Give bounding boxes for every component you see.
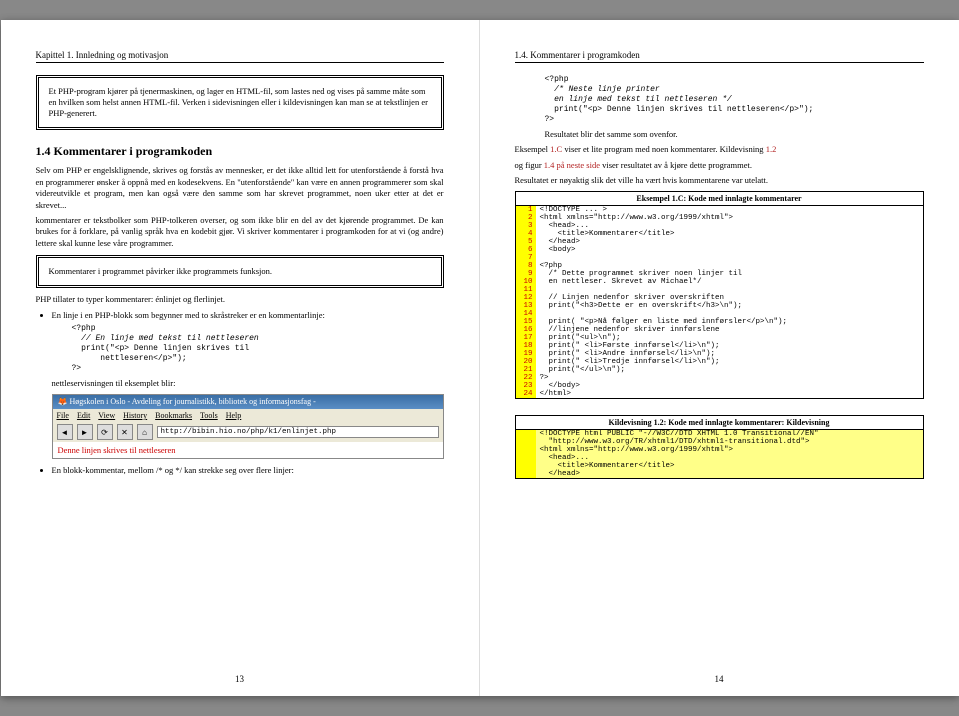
code-lines: <!DOCTYPE html PUBLIC "-//W3C//DTD XHTML… [516,430,923,478]
running-head-right: 1.4. Kommentarer i programkoden [515,50,924,63]
home-icon[interactable]: ⌂ [137,424,153,440]
back-icon[interactable]: ◄ [57,424,73,440]
list-item: En linje i en PHP-blokk som begynner med… [52,310,444,459]
browser-body: Denne linjen skrives til nettleseren [53,442,443,458]
page-spread: Kapittel 1. Innledning og motivasjon Et … [1,20,959,696]
paragraph: kommentarer er tekstbolker som PHP-tolke… [36,215,444,249]
paragraph: Resultatet er nøyaktig slik det ville ha… [515,175,924,186]
firefox-icon: 🦊 [58,397,68,407]
url-bar[interactable]: http://bibin.hio.no/php/k1/enlinjet.php [157,426,439,438]
paragraph: Eksempel 1.C viser et lite program med n… [515,144,924,155]
listing-caption: Eksempel 1.C: Kode med innlagte kommenta… [516,192,923,206]
running-head-left: Kapittel 1. Innledning og motivasjon [36,50,444,63]
listing-caption: Kildevisning 1.2: Kode med innlagte komm… [516,416,923,430]
browser-mock: 🦊 Høgskolen i Oslo - Avdeling for journa… [52,394,444,459]
stop-icon[interactable]: ✕ [117,424,133,440]
code-listing-1c: Eksempel 1.C: Kode med innlagte kommenta… [515,191,924,399]
browser-titlebar: 🦊 Høgskolen i Oslo - Avdeling for journa… [53,395,443,409]
paragraph: Resultatet blir det samme som ovenfor. [545,129,924,140]
browser-menubar: FileEditViewHistoryBookmarksToolsHelp [53,409,443,422]
forward-icon[interactable]: ► [77,424,93,440]
code-snippet: <?php // En linje med tekst til nettlese… [72,324,444,374]
list-item: En blokk-kommentar, mellom /* og */ kan … [52,465,444,475]
section-heading: 1.4 Kommentarer i programkoden [36,144,444,159]
paragraph: PHP tillater to typer kommentarer: énlin… [36,294,444,305]
paragraph: Selv om PHP er engelsklignende, skrives … [36,165,444,211]
browser-toolbar: ◄ ► ⟳ ✕ ⌂ http://bibin.hio.no/php/k1/enl… [53,422,443,442]
code-snippet: <?php /* Neste linje printer en linje me… [545,75,924,125]
reload-icon[interactable]: ⟳ [97,424,113,440]
callout-box-1: Et PHP-program kjører på tjenermaskinen,… [36,75,444,130]
code-listing-1-2: Kildevisning 1.2: Kode med innlagte komm… [515,415,924,479]
left-page: Kapittel 1. Innledning og motivasjon Et … [1,20,480,696]
callout-box-2: Kommentarer i programmet påvirker ikke p… [36,255,444,288]
paragraph: og figur 1.4 på neste side viser resulta… [515,160,924,171]
right-page: 1.4. Kommentarer i programkoden <?php /*… [480,20,959,696]
code-lines: 1<!DOCTYPE ... >2<html xmlns="http://www… [516,206,923,398]
